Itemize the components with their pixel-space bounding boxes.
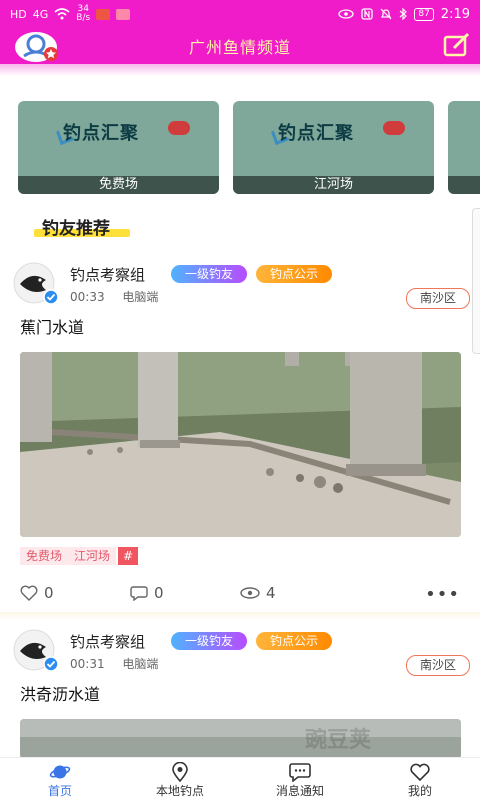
post-tags: 免费场 江河场 # (20, 547, 139, 565)
header-shadow (0, 64, 480, 76)
app-screen: HD 4G 34 B/s 87 2:19 广州鱼情频道 钓点汇聚 免费场 钓点汇… (0, 0, 480, 800)
post-time: 00:33 (70, 290, 105, 304)
area-badge[interactable]: 南沙区 (406, 655, 470, 676)
nav-label: 首页 (47, 784, 72, 798)
tag-chip[interactable]: 江河场 (68, 547, 117, 565)
like-count: 0 (44, 584, 54, 602)
planet-icon (49, 765, 71, 779)
page-title: 广州鱼情频道 (188, 38, 291, 57)
net-speed: 34 B/s (76, 5, 90, 23)
card-banner: 钓点汇聚 (63, 123, 139, 144)
card-badge (168, 121, 190, 135)
clock: 2:19 (440, 6, 470, 22)
category-card-partial[interactable] (448, 101, 480, 194)
category-card-river[interactable]: 钓点汇聚 江河场 (233, 101, 434, 194)
heart-chat-icon (410, 763, 430, 782)
hd-indicator: HD (10, 7, 27, 21)
card-caption: 免费场 (18, 176, 219, 194)
hashtag-chip[interactable]: # (118, 547, 139, 565)
post-divider (0, 612, 480, 620)
nfc-icon (361, 8, 373, 20)
user-avatar-icon[interactable] (14, 30, 60, 64)
nav-profile[interactable]: 我的 (360, 758, 480, 800)
bottom-nav: 首页 本地钓点 消息通知 我的 (0, 757, 480, 800)
author-avatar-icon[interactable] (10, 629, 60, 673)
card-caption: 江河场 (233, 176, 434, 194)
level-tag: 一级钓友 (171, 632, 247, 650)
post-photo[interactable] (20, 719, 461, 759)
nav-label: 本地钓点 (155, 784, 204, 798)
post-title[interactable]: 蕉门水道 (20, 314, 84, 338)
eye-icon (338, 9, 354, 19)
level-tag: 一级钓友 (171, 265, 247, 283)
category-carousel[interactable]: 钓点汇聚 免费场 钓点汇聚 江河场 (18, 101, 480, 196)
post-client: 电脑端 (122, 290, 159, 304)
more-options-icon[interactable]: ••• (425, 584, 460, 605)
comment-button[interactable]: 0 (130, 584, 164, 602)
tag-chip[interactable]: 免费场 (20, 547, 69, 565)
nav-messages[interactable]: 消息通知 (240, 758, 360, 800)
notice-tag: 钓点公示 (256, 632, 332, 650)
nav-local-spots[interactable]: 本地钓点 (120, 758, 240, 800)
network-indicator: 4G (32, 7, 49, 21)
bluetooth-icon (399, 8, 408, 20)
edit-post-icon[interactable] (442, 31, 472, 59)
author-name[interactable]: 钓点考察组 (70, 264, 145, 285)
app-notification-icon (116, 8, 131, 20)
post-client: 电脑端 (122, 657, 159, 671)
post-actions: 0 0 4 ••• (20, 584, 460, 608)
battery-indicator: 87 (414, 7, 434, 21)
author-avatar-icon[interactable] (10, 262, 60, 306)
comment-count: 0 (154, 584, 164, 602)
like-button[interactable]: 0 (20, 584, 54, 602)
post-meta: 00:33 电脑端 (70, 288, 158, 305)
area-badge[interactable]: 南沙区 (406, 288, 470, 309)
nav-label: 消息通知 (275, 784, 324, 798)
wifi-icon (54, 8, 70, 20)
views-indicator: 4 (240, 584, 276, 602)
card-badge (383, 121, 405, 135)
author-name[interactable]: 钓点考察组 (70, 631, 145, 652)
post-photo[interactable] (20, 352, 461, 537)
status-bar: HD 4G 34 B/s 87 2:19 (0, 0, 480, 28)
post-title[interactable]: 洪奇沥水道 (20, 681, 100, 705)
net-speed-unit: B/s (76, 13, 91, 23)
watermark: 豌豆荚 (305, 728, 372, 753)
nav-home[interactable]: 首页 (0, 758, 120, 800)
post-time: 00:31 (70, 657, 105, 671)
card-banner: 钓点汇聚 (278, 123, 354, 144)
chat-bubble-icon (289, 763, 311, 782)
app-header: 广州鱼情频道 (0, 28, 480, 64)
post-meta: 00:31 电脑端 (70, 655, 158, 672)
side-scroll-tab[interactable] (472, 208, 480, 354)
comment-icon (130, 586, 148, 601)
category-card-free[interactable]: 钓点汇聚 免费场 (18, 101, 219, 194)
eye-icon (240, 587, 260, 599)
location-pin-icon (172, 762, 188, 782)
heart-icon (20, 585, 38, 601)
notice-tag: 钓点公示 (256, 265, 332, 283)
section-title: 钓友推荐 (42, 219, 110, 239)
nav-label: 我的 (407, 784, 432, 798)
app-notification-icon (96, 8, 111, 20)
card-caption (448, 176, 480, 194)
mute-icon (380, 8, 392, 20)
view-count: 4 (266, 584, 276, 602)
